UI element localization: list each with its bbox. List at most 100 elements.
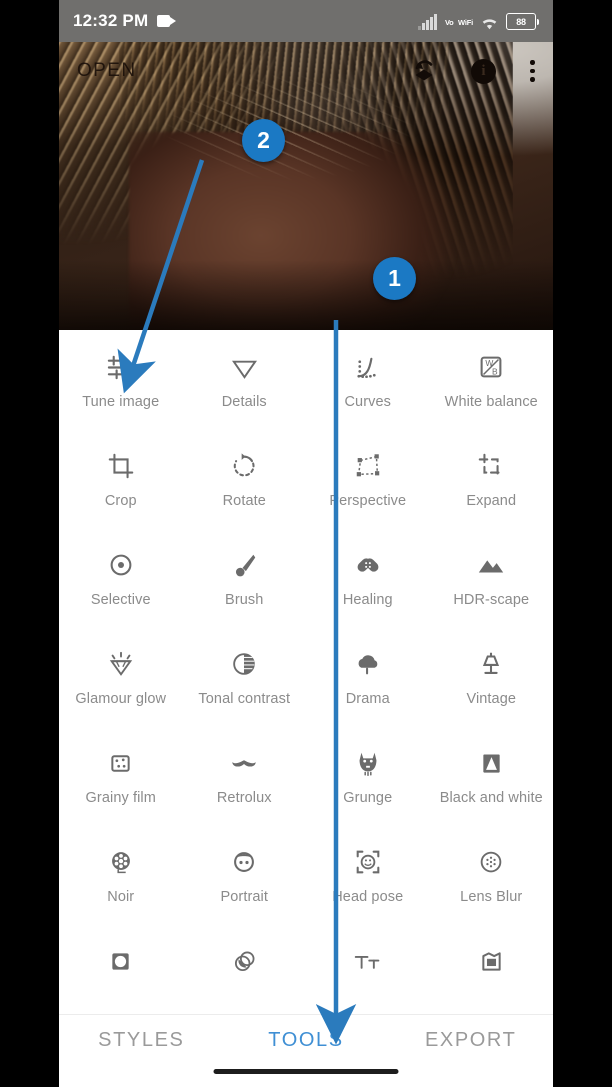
lamp-icon <box>476 644 506 684</box>
tool-expand[interactable]: Expand <box>430 429 554 528</box>
perspective-icon <box>353 446 383 486</box>
battery-icon: 88 <box>506 13 539 30</box>
tool-label: Rotate <box>222 493 266 509</box>
grain-square-icon <box>106 743 135 783</box>
tool-label: Brush <box>225 592 264 608</box>
cloud-rain-icon <box>353 644 383 684</box>
tool-noir[interactable]: Noir <box>59 825 183 924</box>
contrast-circle-icon <box>229 644 259 684</box>
video-camera-icon <box>157 15 177 27</box>
tool-retrolux[interactable]: Retrolux <box>183 726 307 825</box>
tool-frames[interactable] <box>430 924 554 974</box>
tool-label: Vintage <box>466 691 517 707</box>
tool-grunge[interactable]: Grunge <box>306 726 430 825</box>
tab-styles[interactable]: STYLES <box>59 1029 224 1052</box>
double-exposure-icon <box>230 941 259 974</box>
tool-label: Crop <box>104 493 137 509</box>
tune-sliders-icon <box>105 347 136 387</box>
tool-text[interactable] <box>306 924 430 974</box>
tools-row: Glamour glow Tonal contrast Drama Vintag… <box>59 627 553 726</box>
tool-rotate[interactable]: Rotate <box>183 429 307 528</box>
tool-portrait[interactable]: Portrait <box>183 825 307 924</box>
frames-icon <box>477 941 506 974</box>
tool-brush[interactable]: Brush <box>183 528 307 627</box>
photo-preview[interactable]: OPEN i <box>59 42 553 330</box>
tool-label: Glamour glow <box>75 691 167 707</box>
tool-glamour-glow[interactable]: Glamour glow <box>59 627 183 726</box>
black-white-square-icon <box>477 743 506 783</box>
wifi-icon <box>481 17 498 30</box>
tool-double-exposure[interactable] <box>183 924 307 974</box>
tool-selective[interactable]: Selective <box>59 528 183 627</box>
tools-row: Tune image Details Curves W B White bala… <box>59 330 553 429</box>
tab-export[interactable]: EXPORT <box>388 1029 553 1052</box>
tool-grainy-film[interactable]: Grainy film <box>59 726 183 825</box>
healing-bandage-icon <box>353 545 383 585</box>
tool-healing[interactable]: Healing <box>306 528 430 627</box>
cellular-signal-icon <box>418 14 437 30</box>
tool-label: Perspective <box>329 493 407 509</box>
tool-label: Portrait <box>220 889 269 905</box>
phone-screen: 12:32 PM Vo WiFi 88 OPEN i Tune image De… <box>59 0 553 1087</box>
selective-target-icon <box>106 545 136 585</box>
revert-layers-icon[interactable] <box>411 58 437 84</box>
tool-label: Retrolux <box>216 790 272 806</box>
portrait-face-icon <box>229 842 259 882</box>
tool-drama[interactable]: Drama <box>306 627 430 726</box>
tool-curves[interactable]: Curves <box>306 330 430 429</box>
tool-perspective[interactable]: Perspective <box>306 429 430 528</box>
film-reel-icon <box>106 842 136 882</box>
tool-lens-blur[interactable]: Lens Blur <box>430 825 554 924</box>
tool-crop[interactable]: Crop <box>59 429 183 528</box>
crop-icon <box>106 446 136 486</box>
curves-icon <box>352 347 383 387</box>
status-clock: 12:32 PM <box>73 11 149 30</box>
tool-label: Expand <box>466 493 517 509</box>
text-icon <box>353 941 382 974</box>
svg-text:B: B <box>492 367 498 377</box>
tool-label: Drama <box>345 691 390 707</box>
tool-label: Selective <box>90 592 151 608</box>
moustache-icon <box>229 743 259 783</box>
tools-row: Crop Rotate Perspective Expand <box>59 429 553 528</box>
tool-head-pose[interactable]: Head pose <box>306 825 430 924</box>
app-bar: OPEN i <box>59 42 553 100</box>
tools-grid: Tune image Details Curves W B White bala… <box>59 330 553 1014</box>
white-balance-icon: W B <box>476 347 506 387</box>
tool-label: Tune image <box>82 394 160 410</box>
tab-tools[interactable]: TOOLS <box>224 1029 389 1052</box>
tool-label: Tonal contrast <box>198 691 291 707</box>
tool-label: Black and white <box>439 790 543 806</box>
tool-label: Grunge <box>343 790 393 806</box>
tool-white-balance[interactable]: W B White balance <box>430 330 554 429</box>
overflow-menu-icon[interactable] <box>530 60 535 82</box>
tool-vintage[interactable]: Vintage <box>430 627 554 726</box>
tool-label: HDR-scape <box>453 592 530 608</box>
open-button[interactable]: OPEN <box>77 60 136 82</box>
grunge-mask-icon <box>353 743 383 783</box>
volte-wifi-icon: Vo WiFi <box>444 18 473 27</box>
tool-details[interactable]: Details <box>183 330 307 429</box>
app-bar-actions: i <box>411 58 535 84</box>
tools-row: Grainy film Retrolux Grunge Black and wh… <box>59 726 553 825</box>
head-pose-icon <box>353 842 383 882</box>
details-triangle-icon <box>229 347 260 387</box>
tool-label: Grainy film <box>85 790 156 806</box>
tool-tune-image[interactable]: Tune image <box>59 330 183 429</box>
rotate-icon <box>229 446 259 486</box>
lens-blur-icon <box>476 842 506 882</box>
home-indicator <box>213 1069 399 1074</box>
tool-vignette[interactable] <box>59 924 183 974</box>
tool-tonal-contrast[interactable]: Tonal contrast <box>183 627 307 726</box>
brush-icon <box>229 545 259 585</box>
bottom-tab-bar: STYLES TOOLS EXPORT <box>59 1014 553 1087</box>
tool-hdr-scape[interactable]: HDR-scape <box>430 528 554 627</box>
tools-row-partial <box>59 924 553 974</box>
tool-black-and-white[interactable]: Black and white <box>430 726 554 825</box>
tool-label: Head pose <box>332 889 404 905</box>
tool-label: White balance <box>444 394 538 410</box>
photo-bottom-shadow <box>59 260 553 330</box>
tool-label: Curves <box>344 394 392 410</box>
tools-row: Selective Brush Healing HDR-scape <box>59 528 553 627</box>
info-icon[interactable]: i <box>471 58 496 84</box>
